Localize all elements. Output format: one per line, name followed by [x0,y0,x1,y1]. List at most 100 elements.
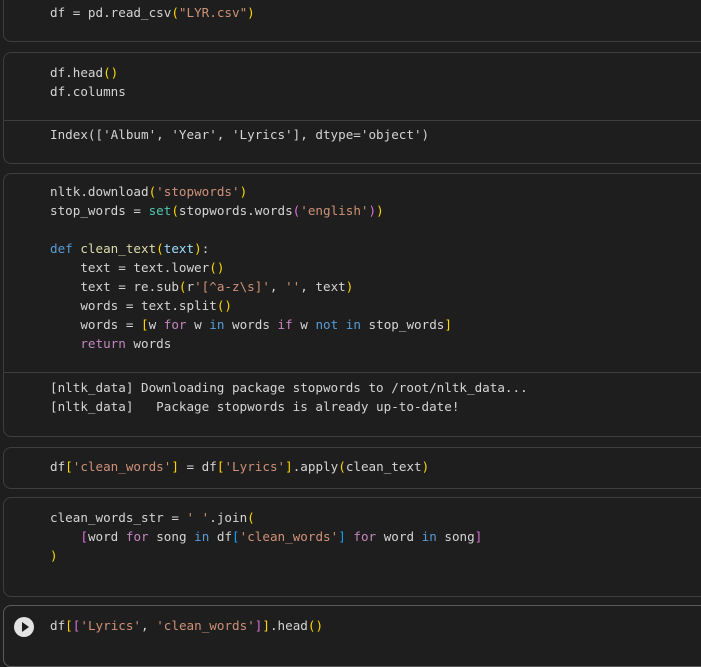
code-token: in [421,529,437,544]
code-token: text = re.sub [50,279,179,294]
code-token: '[^a-z\s]' [194,279,270,294]
code-line[interactable]: ) [50,546,701,565]
code-token: clean_text [345,459,422,474]
code-token: ) [194,241,202,256]
code-cell-clean-text[interactable]: nltk.download('stopwords') stop_words = s… [3,173,701,437]
code-token: stop_words [360,317,445,332]
code-line[interactable]: df.columns [50,82,701,101]
code-line[interactable]: return words [50,334,701,353]
code-cell-head-columns[interactable]: df.head() df.columns Index(['Album', 'Year… [3,52,701,164]
code-token: ( [338,459,346,474]
code-token: ( [178,279,187,294]
code-line[interactable]: nltk.download('stopwords') [50,182,701,201]
code-token: ( [156,241,164,256]
code-token: [ [80,529,88,544]
code-token: return [80,336,126,351]
code-token: .apply [292,459,339,474]
code-token: "LYR.csv" [178,5,248,20]
code-token: () [216,298,232,313]
code-token: 'english' [300,203,369,218]
code-token: df [50,459,66,474]
code-line[interactable]: clean_words_str = ' '.join( [50,508,701,527]
code-token: not [315,317,339,332]
code-line[interactable]: df[['Lyrics', 'clean_words']].head() [50,616,701,635]
code-line[interactable]: df = pd.read_csv("LYR.csv") [50,3,701,22]
code-token: ) [50,548,58,563]
code-token: stopwords.words [178,203,293,218]
code-token: ] [262,618,270,633]
code-token: ) [368,203,377,218]
code-line[interactable] [50,220,701,239]
code-token: ) [421,459,430,474]
output-line: Index(['Album', 'Year', 'Lyrics'], dtype… [50,127,430,142]
code-token: ) [239,184,248,199]
code-token: ) [376,203,384,218]
code-token: , text [300,279,346,294]
code-token: nltk.download [50,184,149,199]
code-token: word [87,529,126,544]
code-token: ' ' [186,510,210,525]
code-line[interactable] [50,353,701,372]
code-token: w [186,317,210,332]
code-token: 'Lyrics' [224,459,286,474]
code-token: () [209,260,225,275]
code-token: 'clean_words' [72,459,172,474]
code-token: 'clean_words' [239,529,339,544]
code-token: song [436,529,475,544]
code-token: w [148,317,164,332]
code-token: df [209,529,233,544]
code-line[interactable] [50,101,701,120]
run-cell-button[interactable] [14,617,34,637]
code-token: [ [65,618,73,633]
code-token: .head [269,618,308,633]
code-token: df [50,618,66,633]
code-line[interactable]: df.head() [50,63,701,82]
code-token: [ [232,529,240,544]
code-cell-apply[interactable]: df['clean_words'] = df['Lyrics'].apply(c… [3,447,701,489]
code-token: df = pd.read_csv [50,5,172,20]
code-line[interactable]: words = [w for w in words if w not in st… [50,315,701,334]
code-line[interactable]: words = text.split() [50,296,701,315]
code-cell-head-selection[interactable]: df[['Lyrics', 'clean_words']].head() [3,605,701,667]
code-token: [ [141,317,149,332]
code-token: ( [171,5,179,20]
code-line[interactable]: text = text.lower() [50,258,701,277]
code-token: stop_words = [50,203,149,218]
code-cell-join[interactable]: clean_words_str = ' '.join( [word for so… [3,497,701,597]
code-line[interactable]: df['clean_words'] = df['Lyrics'].apply(c… [50,457,701,476]
code-token: = df [178,459,217,474]
code-token: ] [338,529,346,544]
code-token: clean_text [80,241,157,256]
code-token: for [125,529,149,544]
code-token: ) [345,279,354,294]
code-token: , [141,618,157,633]
code-token: ] [444,317,452,332]
code-token: ] [285,459,293,474]
code-token: [ [65,459,73,474]
code-token: w [292,317,316,332]
code-token: clean_words_str = [50,510,187,525]
code-line[interactable]: stop_words = set(stopwords.words('englis… [50,201,701,220]
code-token: set [148,203,172,218]
code-token: ] [474,529,483,544]
code-token: ] [171,459,179,474]
code-line[interactable] [50,565,701,584]
code-token: words = text.split [50,298,217,313]
code-line[interactable]: [word for song in df['clean_words'] for … [50,527,701,546]
code-token: in [345,317,361,332]
code-token: for [353,529,377,544]
code-line[interactable]: text = re.sub(r'[^a-z\s]', '', text) [50,277,701,296]
code-token: ) [247,5,255,20]
code-token: , [269,279,286,294]
code-token: df.head [50,65,104,80]
code-line[interactable]: def clean_text(text): [50,239,701,258]
code-token: if [277,317,293,332]
code-token: text = text.lower [50,260,210,275]
code-token: for [163,317,187,332]
code-token: 'stopwords' [156,184,240,199]
code-token: text [163,241,195,256]
code-token: 'clean_words' [156,618,255,633]
code-token: in [194,529,210,544]
code-cell-read-csv[interactable]: df = pd.read_csv("LYR.csv") [3,0,701,42]
